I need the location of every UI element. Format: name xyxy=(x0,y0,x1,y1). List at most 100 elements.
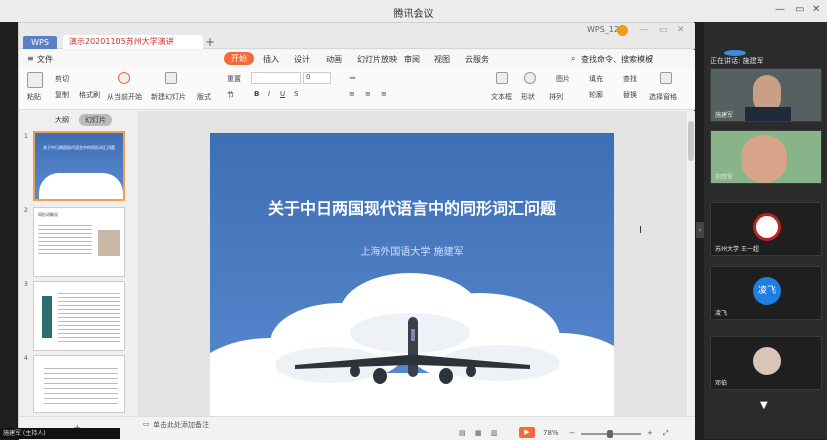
maximize-icon[interactable]: ▭ xyxy=(795,4,804,15)
close-icon[interactable]: ✕ xyxy=(677,25,685,35)
zoom-slider[interactable] xyxy=(581,430,641,438)
textbox-button[interactable]: 文本框 xyxy=(491,92,512,102)
bold-icon[interactable]: B xyxy=(254,90,259,98)
font-size-field[interactable]: 0 xyxy=(303,72,331,84)
fit-window-icon[interactable]: ⤢ xyxy=(663,429,669,438)
vertical-scrollbar[interactable] xyxy=(687,111,695,416)
picture-button[interactable]: 图片 xyxy=(556,74,570,84)
tab-slides[interactable]: 幻灯片 xyxy=(79,114,112,126)
align-center-icon[interactable]: ≡ xyxy=(365,90,371,98)
tab-outline[interactable]: 大纲 xyxy=(49,114,75,126)
font-name-field[interactable] xyxy=(251,72,301,84)
new-slide-button[interactable]: 新建幻灯片 xyxy=(151,92,186,102)
from-start-button[interactable]: 从当前开始 xyxy=(107,92,142,102)
fill-button[interactable]: 填充 xyxy=(589,74,603,84)
tab-document[interactable]: 演示20201105苏州大学演讲 xyxy=(63,35,203,49)
select-pane-button[interactable]: 选择窗格 xyxy=(649,92,677,102)
tab-wps-home[interactable]: WPS xyxy=(23,36,57,49)
underline-icon[interactable]: U xyxy=(280,90,285,98)
arrange-button[interactable]: 排列 xyxy=(549,92,563,102)
thumb-number: 1 xyxy=(24,133,28,140)
find-button[interactable]: 查找 xyxy=(623,74,637,84)
italic-icon[interactable]: I xyxy=(268,90,270,98)
scroll-thumb[interactable] xyxy=(688,121,694,161)
paste-label[interactable]: 粘贴 xyxy=(27,92,41,102)
thumb-text-lines xyxy=(58,290,120,342)
slide-thumb-1[interactable]: 关于中日两国现代语言中的同形词汇问题 xyxy=(33,131,125,201)
participant-tile[interactable]: 邓伯 xyxy=(710,336,822,390)
minimize-icon[interactable]: — xyxy=(775,4,785,15)
thumb-number: 2 xyxy=(24,207,28,214)
participant-name: 施建军 xyxy=(715,112,734,119)
zoom-slider-handle[interactable] xyxy=(607,430,613,438)
list-icon[interactable]: ≔ xyxy=(349,74,356,82)
menu-animation[interactable]: 动画 xyxy=(326,54,342,65)
copy-button[interactable]: 复制 xyxy=(55,90,69,100)
menu-slideshow[interactable]: 幻灯片放映 xyxy=(357,54,397,65)
new-tab-icon[interactable]: + xyxy=(205,35,215,49)
menu-review[interactable]: 审阅 xyxy=(404,54,420,65)
replace-button[interactable]: 替换 xyxy=(623,90,637,100)
thumb-title: 关于中日两国现代语言中的同形词汇问题 xyxy=(43,145,115,150)
participant-tile[interactable]: 宗欣军 xyxy=(710,130,822,184)
menu-view[interactable]: 视图 xyxy=(434,54,450,65)
zoom-out-icon[interactable]: − xyxy=(569,429,575,437)
participant-tile[interactable]: 施建军 xyxy=(710,68,822,122)
play-slideshow-button[interactable]: ▶ xyxy=(519,427,535,438)
shape-icon[interactable] xyxy=(524,72,536,84)
chevron-down-icon[interactable]: ▼ xyxy=(760,400,768,411)
close-icon[interactable]: ✕ xyxy=(812,4,820,15)
window-title: 腾讯会议 xyxy=(393,9,434,20)
zoom-level[interactable]: 78% xyxy=(543,429,559,437)
thumb-number: 4 xyxy=(24,355,28,362)
participants-panel: 正在讲话: 施建军 施建军 宗欣军 苏州大学 王一超 凌飞 凌飞 邓伯 ▼ › xyxy=(696,22,827,439)
align-right-icon[interactable]: ≡ xyxy=(381,90,387,98)
participant-name: 凌飞 xyxy=(715,310,728,317)
command-search[interactable]: 查找命令、搜索模板 xyxy=(581,54,653,65)
slides-panel: 大纲 幻灯片 1 关于中日两国现代语言中的同形词汇问题 2 同形词概况 3 4 xyxy=(19,111,139,416)
slide-title[interactable]: 关于中日两国现代语言中的同形词汇问题 xyxy=(210,195,614,219)
menu-cloud[interactable]: 云服务 xyxy=(465,54,489,65)
slide-subtitle[interactable]: 上海外国语大学 施建军 xyxy=(210,243,614,258)
normal-view-icon[interactable]: ▤ xyxy=(459,429,466,437)
slide-thumb-2[interactable]: 同形词概况 xyxy=(33,207,125,277)
reading-view-icon[interactable]: ▥ xyxy=(491,429,498,437)
user-avatar[interactable] xyxy=(617,25,628,36)
slide-thumb-4[interactable] xyxy=(33,355,125,413)
hamburger-icon[interactable]: ≡ xyxy=(27,54,34,63)
cut-button[interactable]: 剪切 xyxy=(55,74,69,84)
notes-icon[interactable]: ▭ xyxy=(143,420,150,428)
align-left-icon[interactable]: ≡ xyxy=(349,90,355,98)
paste-icon[interactable] xyxy=(27,72,43,88)
help-icon[interactable]: ? xyxy=(649,54,653,63)
menu-design[interactable]: 设计 xyxy=(294,54,310,65)
shape-button[interactable]: 形状 xyxy=(521,92,535,102)
section-button[interactable]: 节 xyxy=(227,90,234,100)
textbox-icon[interactable] xyxy=(496,72,508,84)
menu-file[interactable]: 文件 xyxy=(37,54,53,65)
search-icon[interactable]: ⌕ xyxy=(571,54,575,64)
shadow-icon[interactable]: S xyxy=(294,90,298,98)
current-slide[interactable]: 关于中日两国现代语言中的同形词汇问题 上海外国语大学 施建军 xyxy=(210,133,614,434)
university-seal xyxy=(753,213,781,241)
outline-button[interactable]: 轮廓 xyxy=(589,90,603,100)
reset-button[interactable]: 重置 xyxy=(227,74,241,84)
notes-placeholder[interactable]: 单击此处添加备注 xyxy=(153,420,209,430)
participant-tile[interactable]: 凌飞 凌飞 xyxy=(710,266,822,320)
menu-home[interactable]: 开始 xyxy=(224,52,254,65)
participant-tile[interactable]: 苏州大学 王一超 xyxy=(710,202,822,256)
tab-doc-name: 20201105苏州大学演讲 xyxy=(85,37,174,46)
layout-button[interactable]: 版式 xyxy=(197,92,211,102)
tab-doc-prefix: 演示 xyxy=(69,37,85,46)
sorter-view-icon[interactable]: ▦ xyxy=(475,429,482,437)
select-pane-icon[interactable] xyxy=(660,72,672,84)
minimize-icon[interactable]: — xyxy=(639,25,648,35)
maximize-icon[interactable]: ▭ xyxy=(659,25,668,35)
play-icon[interactable] xyxy=(118,72,130,84)
zoom-in-icon[interactable]: + xyxy=(647,429,653,437)
new-slide-icon[interactable] xyxy=(165,72,177,84)
format-brush-button[interactable]: 格式刷 xyxy=(79,90,100,100)
slide-thumb-3[interactable] xyxy=(33,281,125,351)
menu-insert[interactable]: 插入 xyxy=(263,54,279,65)
collapse-panel-icon[interactable]: › xyxy=(696,222,704,238)
